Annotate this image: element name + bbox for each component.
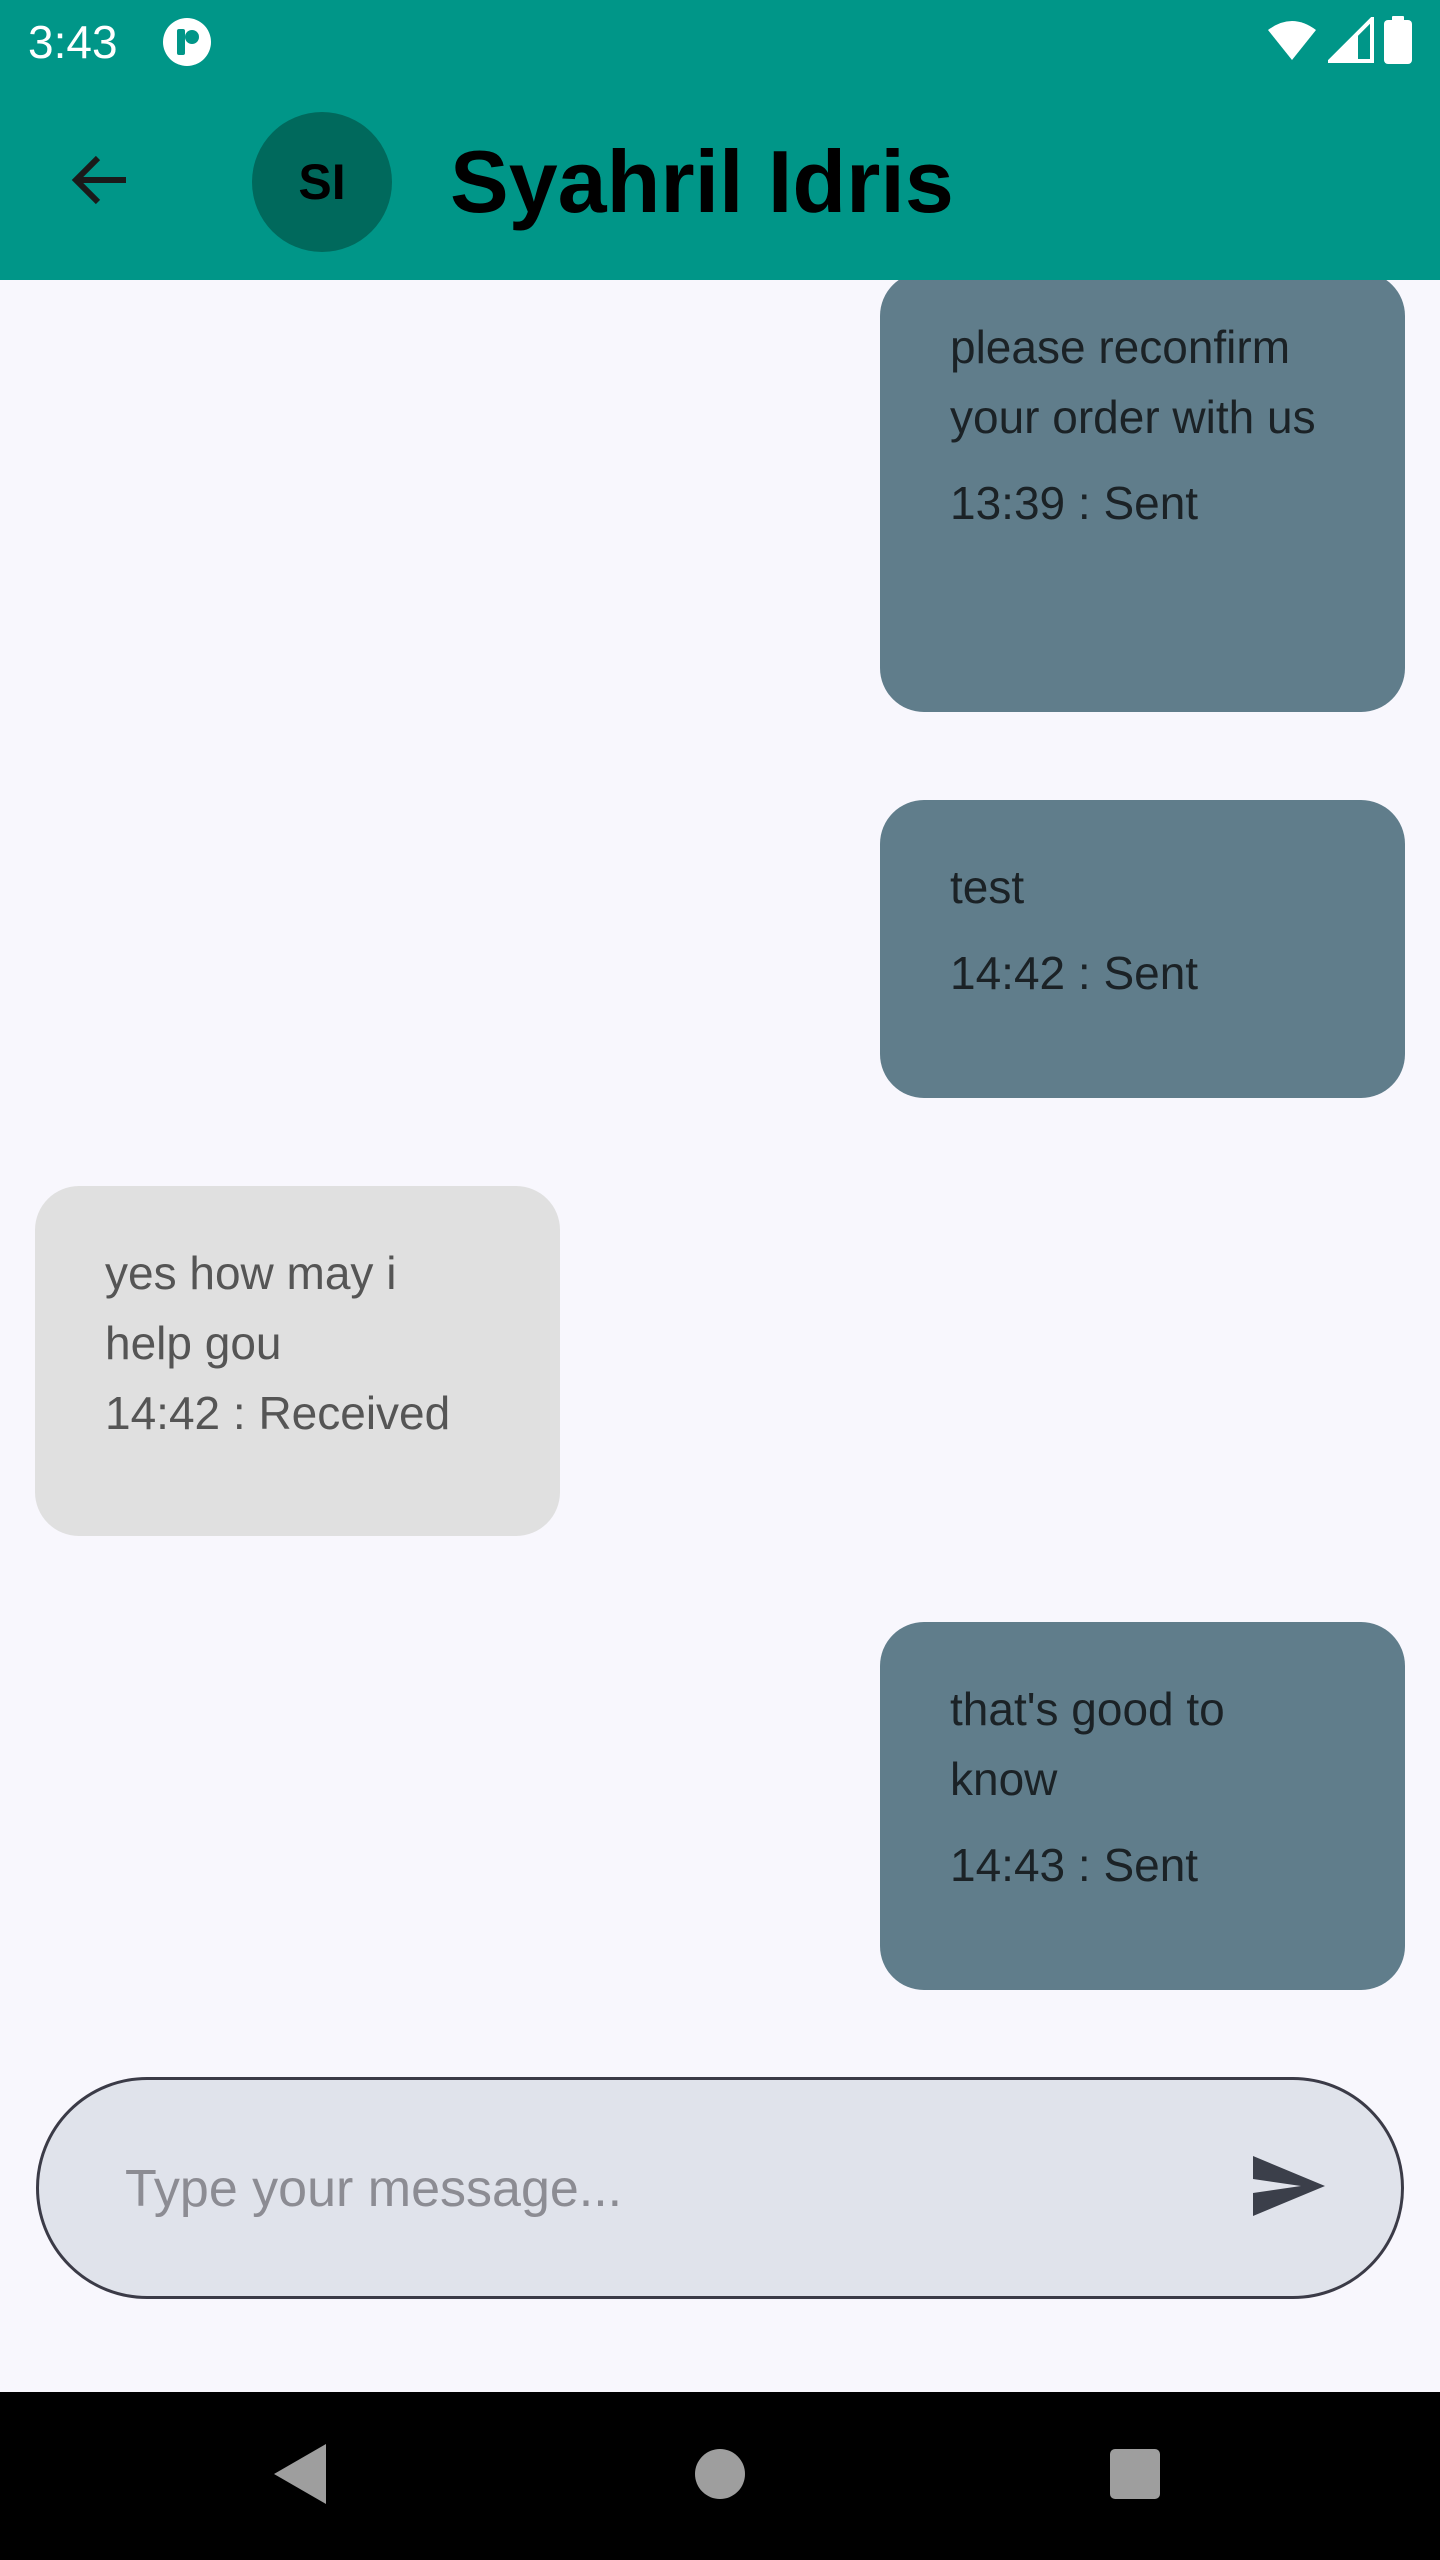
message-text: test xyxy=(950,861,1025,913)
app-notification-icon xyxy=(162,17,212,67)
message-meta: 14:42 : Received xyxy=(105,1387,451,1439)
contact-name: Syahril Idris xyxy=(450,132,954,231)
cell-signal-icon xyxy=(1325,13,1374,68)
message-text: please reconfirm your order with us xyxy=(950,321,1316,443)
message-meta: 14:43 : Sent xyxy=(950,1839,1199,1891)
message-bubble-received[interactable]: yes how may i help gou 14:42 : Received xyxy=(35,1186,560,1536)
battery-icon xyxy=(1384,15,1412,69)
message-composer xyxy=(36,2077,1404,2299)
send-button[interactable] xyxy=(1237,2136,1341,2240)
recents-square-icon xyxy=(1107,2446,1163,2507)
status-bar: 3:43 xyxy=(0,0,1440,84)
wifi-icon xyxy=(1266,18,1318,67)
message-bubble-sent[interactable]: please reconfirm your order with us 13:3… xyxy=(880,280,1405,712)
message-text: yes how may i help gou xyxy=(105,1247,397,1369)
avatar[interactable]: SI xyxy=(252,112,392,252)
message-meta: 13:39 : Sent xyxy=(950,477,1199,529)
nav-back-button[interactable] xyxy=(250,2426,350,2526)
message-bubble-sent[interactable]: test 14:42 : Sent xyxy=(880,800,1405,1098)
status-icons xyxy=(1266,13,1412,69)
system-nav-bar xyxy=(0,2392,1440,2560)
send-icon xyxy=(1251,2154,1327,2223)
app-bar: SI Syahril Idris xyxy=(0,84,1440,280)
message-list[interactable]: please reconfirm your order with us 13:3… xyxy=(0,280,1440,2040)
status-time: 3:43 xyxy=(28,16,118,68)
back-button[interactable] xyxy=(52,134,148,230)
home-circle-icon xyxy=(692,2446,748,2507)
avatar-initials: SI xyxy=(298,154,346,210)
back-triangle-icon xyxy=(270,2442,330,2511)
message-meta: 14:42 : Sent xyxy=(950,947,1199,999)
message-bubble-sent[interactable]: that's good to know 14:43 : Sent xyxy=(880,1622,1405,1990)
nav-recents-button[interactable] xyxy=(1085,2426,1185,2526)
message-input[interactable] xyxy=(123,2130,1177,2248)
message-text: that's good to know xyxy=(950,1683,1225,1805)
arrow-left-icon xyxy=(68,148,132,217)
nav-home-button[interactable] xyxy=(670,2426,770,2526)
